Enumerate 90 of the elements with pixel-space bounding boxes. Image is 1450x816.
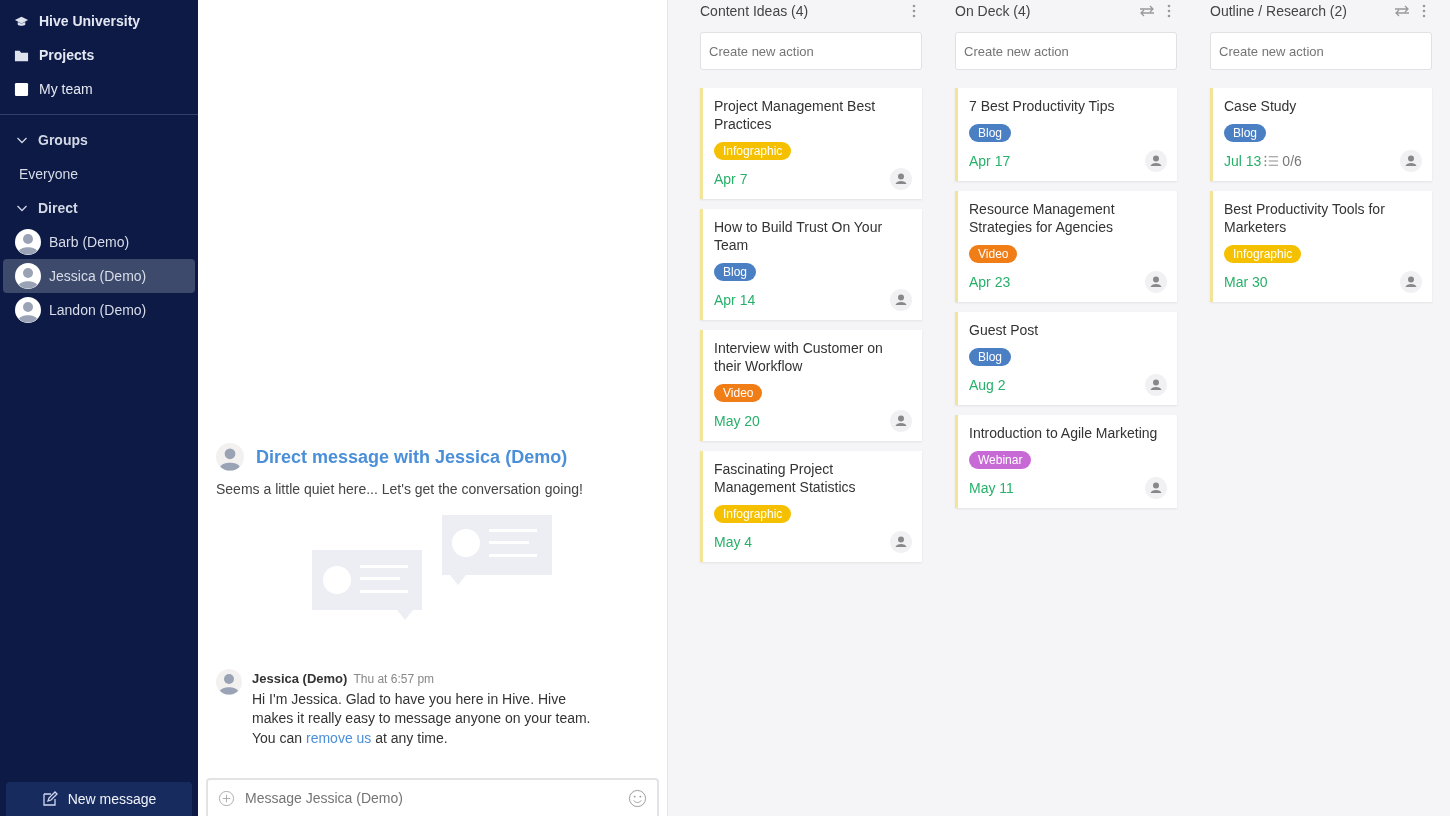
swap-arrows-icon[interactable] <box>1394 5 1410 17</box>
assignee-icon[interactable] <box>890 410 912 432</box>
action-card[interactable]: Fascinating Project Management Statistics Infographic May 4 <box>700 451 922 562</box>
action-card[interactable]: Best Productivity Tools for Marketers Infographic Mar 30 <box>1210 191 1432 302</box>
remove-us-link[interactable]: remove us <box>306 729 372 746</box>
card-tag: Infographic <box>1224 245 1302 263</box>
swap-arrows-icon[interactable] <box>1139 5 1155 17</box>
action-card[interactable]: Case Study Blog Jul 13 0/6 <box>1210 88 1432 181</box>
action-card[interactable]: How to Build Trust On Your Team Blog Apr 14 <box>700 209 922 320</box>
due-date: Apr 14 <box>714 292 756 308</box>
conversation-item[interactable]: Landon (Demo) <box>3 293 195 327</box>
message-time: Thu at 6:57 pm <box>353 672 435 686</box>
card-title: Project Management Best Practices <box>714 97 877 133</box>
card-tag: Blog <box>1224 124 1267 142</box>
emoji-icon[interactable] <box>628 788 647 808</box>
action-card[interactable]: 7 Best Productivity Tips Blog Apr 17 <box>955 88 1177 181</box>
checklist-icon <box>1264 155 1280 167</box>
action-card[interactable]: Project Management Best Practices Infographic Apr 7 <box>700 88 922 199</box>
message-field[interactable]: Message Jessica (Demo) <box>206 778 659 816</box>
assignee-icon[interactable] <box>1400 150 1422 172</box>
checklist-count: 0/6 <box>1282 153 1302 169</box>
action-card[interactable]: Resource Management Strategies for Agencies Video Apr 23 <box>955 191 1177 302</box>
card-title: Interview with Customer on their Workflow <box>714 339 884 375</box>
assignee-icon[interactable] <box>1145 150 1167 172</box>
conversation-item[interactable]: Barb (Demo) <box>3 225 195 259</box>
due-date: May 4 <box>714 534 753 550</box>
assignee-icon[interactable] <box>890 289 912 311</box>
more-options-icon[interactable] <box>912 4 916 18</box>
assignee-icon[interactable] <box>890 168 912 190</box>
conversation-item[interactable]: Everyone <box>3 157 195 191</box>
new-message-button[interactable]: New message <box>6 782 192 816</box>
card-title: 7 Best Productivity Tips <box>969 97 1115 115</box>
avatar-icon <box>15 263 41 289</box>
conversation-item[interactable]: Jessica (Demo) <box>3 259 195 293</box>
column-title: Outline / Research (2) <box>1210 3 1347 19</box>
assignee-icon[interactable] <box>1400 271 1422 293</box>
due-date: Apr 7 <box>714 171 748 187</box>
card-tag: Video <box>714 384 763 402</box>
more-options-icon[interactable] <box>1167 4 1171 18</box>
card-tag: Blog <box>969 124 1012 142</box>
card-title: How to Build Trust On Your Team <box>714 218 884 254</box>
card-title: Case Study <box>1224 97 1297 115</box>
avatar-icon <box>216 443 244 471</box>
card-title: Fascinating Project Management Statistics <box>714 460 857 496</box>
sidebar-item[interactable]: Hive University <box>0 4 198 38</box>
assignee-icon[interactable] <box>1145 477 1167 499</box>
due-date: May 11 <box>969 480 1014 496</box>
action-card[interactable]: Introduction to Agile Marketing Webinar May 11 <box>955 415 1177 508</box>
assignee-icon[interactable] <box>890 531 912 553</box>
sidebar-item[interactable]: Projects <box>0 38 198 72</box>
assignee-icon[interactable] <box>1145 374 1167 396</box>
message-text: Hi I'm Jessica. Glad to have you here in Hive. Hive makes it really easy to message anyone on your team. You can remove us at any time. <box>252 689 592 748</box>
new-action-field[interactable]: Create new action <box>1210 32 1432 70</box>
new-action-field[interactable]: Create new action <box>700 32 922 70</box>
avatar-icon <box>15 229 41 255</box>
avatar-icon <box>216 669 242 695</box>
card-tag: Blog <box>714 263 757 281</box>
card-tag: Infographic <box>714 505 792 523</box>
card-title: Guest Post <box>969 321 1039 339</box>
due-date: May 20 <box>714 413 760 429</box>
edit-icon <box>41 791 58 807</box>
card-tag: Webinar <box>969 451 1032 469</box>
assignee-icon[interactable] <box>1145 271 1167 293</box>
sidebar-item[interactable]: My team <box>0 72 198 106</box>
add-icon[interactable] <box>218 789 235 807</box>
card-title: Resource Management Strategies for Agencies <box>969 200 1116 236</box>
due-date: Apr 17 <box>969 153 1011 169</box>
empty-state-text: Seems a little quiet here... Let's get the conversation going! <box>216 481 584 497</box>
card-title: Introduction to Agile Marketing <box>969 424 1158 442</box>
card-tag: Blog <box>969 348 1012 366</box>
chat-title: Direct message with Jessica (Demo) <box>256 446 568 468</box>
avatar-icon <box>15 297 41 323</box>
card-tag: Video <box>969 245 1018 263</box>
more-options-icon[interactable] <box>1422 4 1426 18</box>
action-card[interactable]: Guest Post Blog Aug 2 <box>955 312 1177 405</box>
group-header[interactable]: Direct <box>0 191 198 225</box>
column-title: On Deck (4) <box>955 3 1031 19</box>
due-date: Apr 23 <box>969 274 1011 290</box>
new-action-field[interactable]: Create new action <box>955 32 1177 70</box>
due-date: Jul 13 <box>1224 153 1262 169</box>
square-icon <box>14 81 29 97</box>
column-title: Content Ideas (4) <box>700 3 809 19</box>
card-title: Best Productivity Tools for Marketers <box>1224 200 1386 236</box>
due-date: Aug 2 <box>969 377 1006 393</box>
group-header[interactable]: Groups <box>0 123 198 157</box>
message-author: Jessica (Demo) <box>252 671 348 686</box>
action-card[interactable]: Interview with Customer on their Workflow Video May 20 <box>700 330 922 441</box>
message-input-field[interactable]: Message Jessica (Demo) <box>243 789 620 807</box>
due-date: Mar 30 <box>1224 274 1268 290</box>
card-tag: Infographic <box>714 142 792 160</box>
